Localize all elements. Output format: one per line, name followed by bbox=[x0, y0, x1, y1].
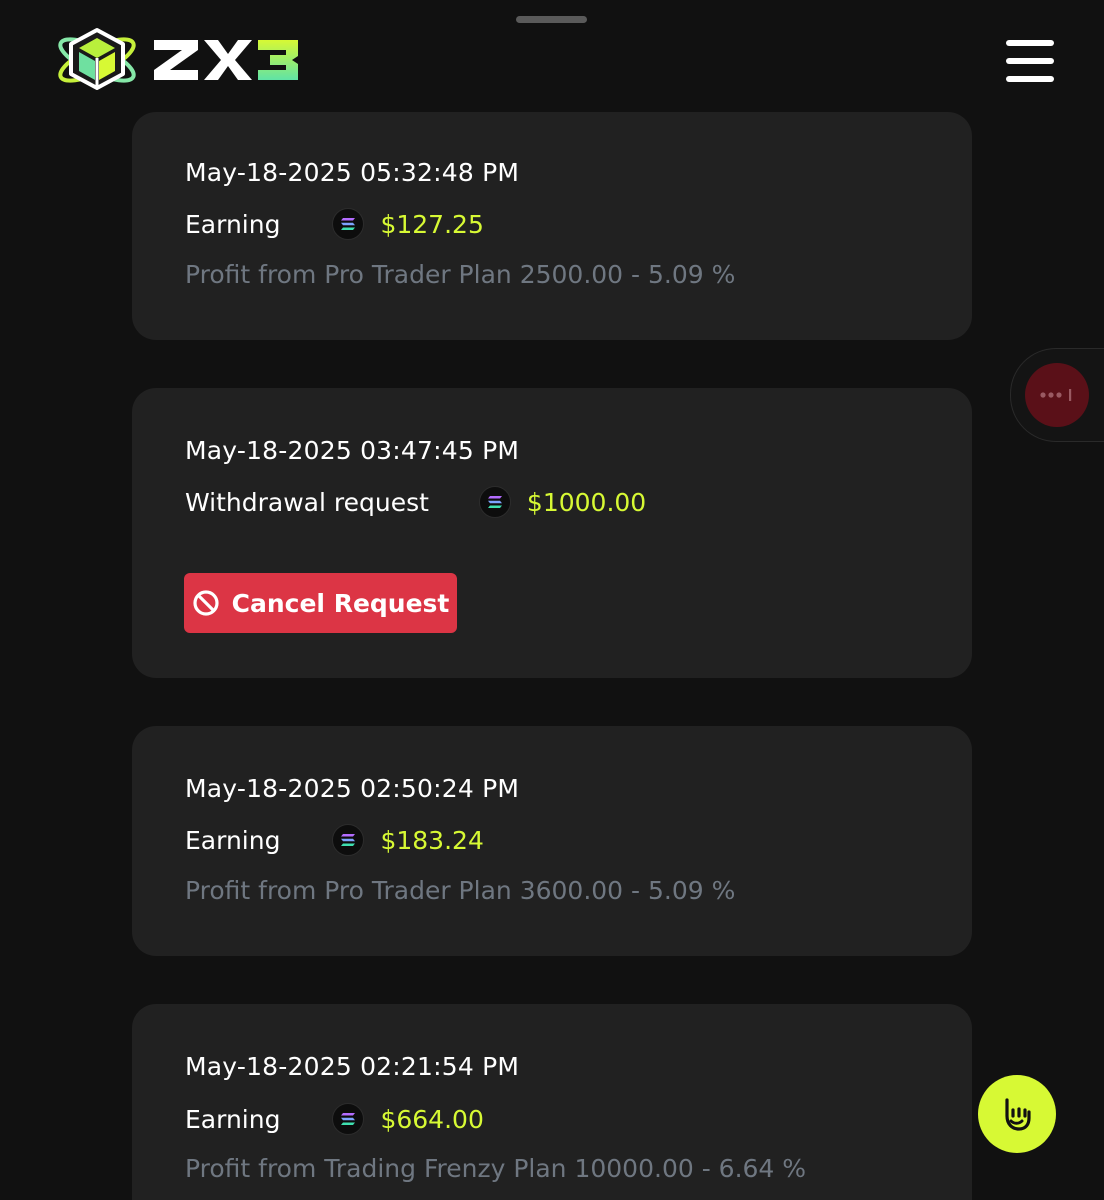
brand-logo[interactable] bbox=[54, 26, 304, 94]
solana-icon bbox=[332, 824, 365, 856]
cube-logo-icon bbox=[58, 28, 136, 90]
transaction-amount: $664.00 bbox=[380, 1104, 484, 1134]
more-dots-icon[interactable] bbox=[1025, 363, 1089, 427]
transaction-row: Earning $664.00 bbox=[185, 1101, 484, 1137]
transaction-date: May-18-2025 03:47:45 PM bbox=[185, 436, 520, 465]
drag-handle[interactable] bbox=[516, 16, 587, 23]
transaction-card: May-18-2025 05:32:48 PM Earning $127.25 … bbox=[132, 112, 972, 340]
transaction-description: Profit from Pro Trader Plan 3600.00 - 5.… bbox=[185, 876, 736, 905]
solana-icon bbox=[478, 486, 511, 518]
cancel-request-label: Cancel Request bbox=[231, 588, 450, 618]
transaction-card: May-18-2025 02:21:54 PM Earning $664.00 … bbox=[132, 1004, 972, 1200]
transaction-type: Withdrawal request bbox=[185, 487, 429, 517]
transaction-row: Earning $127.25 bbox=[185, 206, 484, 242]
logo-wordmark bbox=[152, 26, 304, 94]
transaction-row: Withdrawal request $1000.00 bbox=[185, 484, 646, 520]
transaction-card: May-18-2025 03:47:45 PM Withdrawal reque… bbox=[132, 388, 972, 678]
help-button[interactable] bbox=[978, 1075, 1056, 1153]
transaction-description: Profit from Trading Frenzy Plan 10000.00… bbox=[185, 1154, 807, 1183]
menu-line bbox=[1006, 40, 1054, 46]
transaction-date: May-18-2025 02:50:24 PM bbox=[185, 774, 520, 803]
solana-icon bbox=[332, 1103, 365, 1135]
solana-icon bbox=[332, 208, 365, 240]
transaction-card: May-18-2025 02:50:24 PM Earning $183.24 … bbox=[132, 726, 972, 956]
transaction-type: Earning bbox=[185, 209, 281, 239]
cancel-request-button[interactable]: Cancel Request bbox=[184, 573, 457, 633]
hamburger-menu-icon[interactable] bbox=[1006, 40, 1054, 82]
transaction-date: May-18-2025 05:32:48 PM bbox=[185, 158, 520, 187]
transaction-date: May-18-2025 02:21:54 PM bbox=[185, 1052, 520, 1081]
transactions-page: May-18-2025 05:32:48 PM Earning $127.25 … bbox=[0, 0, 1104, 1200]
transaction-row: Earning $183.24 bbox=[185, 822, 484, 858]
ban-icon bbox=[193, 590, 219, 616]
transaction-amount: $1000.00 bbox=[526, 487, 647, 517]
transaction-description: Profit from Pro Trader Plan 2500.00 - 5.… bbox=[185, 260, 736, 289]
transaction-amount: $183.24 bbox=[380, 825, 484, 855]
menu-line bbox=[1006, 76, 1054, 82]
transaction-type: Earning bbox=[185, 1104, 281, 1134]
transaction-type: Earning bbox=[185, 825, 281, 855]
zx3-wordmark-icon bbox=[154, 40, 298, 80]
menu-line bbox=[1006, 58, 1054, 64]
transaction-amount: $127.25 bbox=[380, 209, 484, 239]
side-widget[interactable] bbox=[1010, 348, 1104, 442]
hand-gesture-icon bbox=[1005, 1098, 1031, 1131]
